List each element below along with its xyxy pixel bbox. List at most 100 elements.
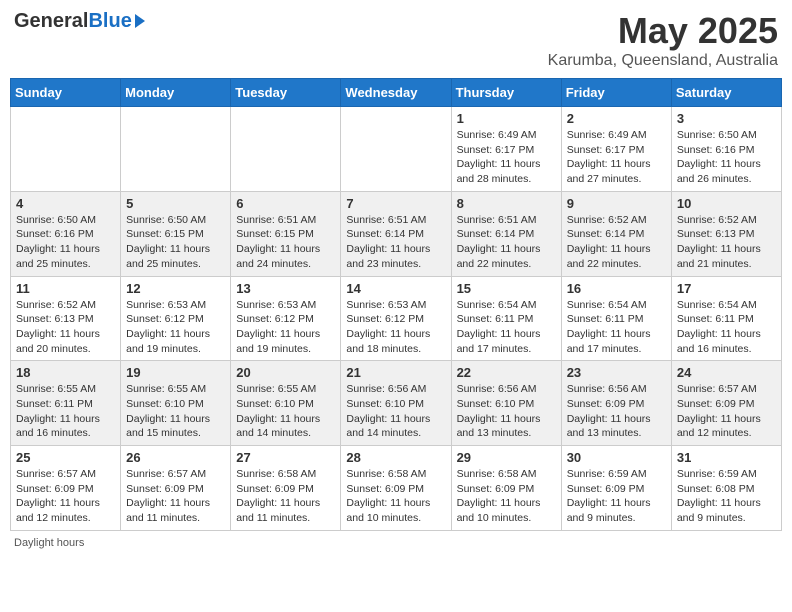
day-info: Sunrise: 6:58 AM Sunset: 6:09 PM Dayligh…: [457, 467, 556, 526]
calendar-day-header: Tuesday: [231, 79, 341, 107]
day-info: Sunrise: 6:57 AM Sunset: 6:09 PM Dayligh…: [126, 467, 225, 526]
calendar-cell: 3 Sunrise: 6:50 AM Sunset: 6:16 PM Daylig…: [671, 107, 781, 192]
calendar-week-row: 25 Sunrise: 6:57 AM Sunset: 6:09 PM Dayli…: [11, 446, 782, 531]
logo-blue-text: Blue: [88, 10, 131, 33]
day-info: Sunrise: 6:56 AM Sunset: 6:10 PM Dayligh…: [457, 382, 556, 441]
day-number: 6: [236, 196, 335, 211]
day-number: 31: [677, 450, 776, 465]
day-info: Sunrise: 6:54 AM Sunset: 6:11 PM Dayligh…: [677, 298, 776, 357]
calendar-day-header: Thursday: [451, 79, 561, 107]
day-info: Sunrise: 6:54 AM Sunset: 6:11 PM Dayligh…: [567, 298, 666, 357]
day-info: Sunrise: 6:56 AM Sunset: 6:09 PM Dayligh…: [567, 382, 666, 441]
day-number: 2: [567, 111, 666, 126]
day-number: 7: [346, 196, 445, 211]
day-number: 3: [677, 111, 776, 126]
calendar-cell: 10 Sunrise: 6:52 AM Sunset: 6:13 PM Dayli…: [671, 191, 781, 276]
day-number: 24: [677, 365, 776, 380]
day-number: 5: [126, 196, 225, 211]
calendar-table: SundayMondayTuesdayWednesdayThursdayFrid…: [10, 78, 782, 531]
calendar-cell: 29Sunrise: 6:58 AM Sunset: 6:09 PM Dayli…: [451, 446, 561, 531]
day-number: 8: [457, 196, 556, 211]
day-info: Sunrise: 6:59 AM Sunset: 6:09 PM Dayligh…: [567, 467, 666, 526]
day-number: 1: [457, 111, 556, 126]
day-number: 30: [567, 450, 666, 465]
day-info: Sunrise: 6:57 AM Sunset: 6:09 PM Dayligh…: [677, 382, 776, 441]
calendar-cell: 15Sunrise: 6:54 AM Sunset: 6:11 PM Dayli…: [451, 276, 561, 361]
day-info: Sunrise: 6:53 AM Sunset: 6:12 PM Dayligh…: [126, 298, 225, 357]
day-info: Sunrise: 6:50 AM Sunset: 6:16 PM Dayligh…: [16, 213, 115, 272]
title-block: May 2025 Karumba, Queensland, Australia: [548, 10, 778, 70]
day-info: Sunrise: 6:53 AM Sunset: 6:12 PM Dayligh…: [236, 298, 335, 357]
calendar-cell: 18 Sunrise: 6:55 AM Sunset: 6:11 PM Dayli…: [11, 361, 121, 446]
day-info: Sunrise: 6:49 AM Sunset: 6:17 PM Dayligh…: [567, 128, 666, 187]
day-number: 9: [567, 196, 666, 211]
logo-arrow-icon: [135, 14, 145, 28]
logo: General Blue: [14, 10, 145, 33]
calendar-cell: [341, 107, 451, 192]
footnote: Daylight hours: [10, 537, 782, 549]
calendar-cell: 12Sunrise: 6:53 AM Sunset: 6:12 PM Dayli…: [121, 276, 231, 361]
day-number: 10: [677, 196, 776, 211]
calendar-cell: 19 Sunrise: 6:55 AM Sunset: 6:10 PM Dayli…: [121, 361, 231, 446]
day-info: Sunrise: 6:52 AM Sunset: 6:13 PM Dayligh…: [16, 298, 115, 357]
day-info: Sunrise: 6:55 AM Sunset: 6:10 PM Dayligh…: [236, 382, 335, 441]
day-info: Sunrise: 6:53 AM Sunset: 6:12 PM Dayligh…: [346, 298, 445, 357]
day-number: 18: [16, 365, 115, 380]
day-number: 20: [236, 365, 335, 380]
calendar-cell: 11 Sunrise: 6:52 AM Sunset: 6:13 PM Dayli…: [11, 276, 121, 361]
calendar-day-header: Sunday: [11, 79, 121, 107]
day-number: 25: [16, 450, 115, 465]
day-number: 13: [236, 281, 335, 296]
day-info: Sunrise: 6:58 AM Sunset: 6:09 PM Dayligh…: [346, 467, 445, 526]
day-number: 26: [126, 450, 225, 465]
calendar-cell: [231, 107, 341, 192]
day-number: 14: [346, 281, 445, 296]
calendar-header-row: SundayMondayTuesdayWednesdayThursdayFrid…: [11, 79, 782, 107]
logo-general-text: General: [14, 10, 88, 33]
calendar-day-header: Monday: [121, 79, 231, 107]
calendar-cell: 20 Sunrise: 6:55 AM Sunset: 6:10 PM Dayli…: [231, 361, 341, 446]
day-info: Sunrise: 6:57 AM Sunset: 6:09 PM Dayligh…: [16, 467, 115, 526]
day-info: Sunrise: 6:51 AM Sunset: 6:14 PM Dayligh…: [346, 213, 445, 272]
calendar-cell: 26 Sunrise: 6:57 AM Sunset: 6:09 PM Dayli…: [121, 446, 231, 531]
day-info: Sunrise: 6:59 AM Sunset: 6:08 PM Dayligh…: [677, 467, 776, 526]
day-number: 28: [346, 450, 445, 465]
calendar-day-header: Friday: [561, 79, 671, 107]
calendar-week-row: 4 Sunrise: 6:50 AM Sunset: 6:16 PM Daylig…: [11, 191, 782, 276]
calendar-cell: 22 Sunrise: 6:56 AM Sunset: 6:10 PM Dayli…: [451, 361, 561, 446]
calendar-cell: 28 Sunrise: 6:58 AM Sunset: 6:09 PM Dayli…: [341, 446, 451, 531]
day-number: 16: [567, 281, 666, 296]
calendar-week-row: 11 Sunrise: 6:52 AM Sunset: 6:13 PM Dayli…: [11, 276, 782, 361]
calendar-week-row: 1 Sunrise: 6:49 AM Sunset: 6:17 PM Daylig…: [11, 107, 782, 192]
day-info: Sunrise: 6:54 AM Sunset: 6:11 PM Dayligh…: [457, 298, 556, 357]
day-info: Sunrise: 6:55 AM Sunset: 6:10 PM Dayligh…: [126, 382, 225, 441]
calendar-cell: 17Sunrise: 6:54 AM Sunset: 6:11 PM Dayli…: [671, 276, 781, 361]
calendar-cell: 5 Sunrise: 6:50 AM Sunset: 6:15 PM Daylig…: [121, 191, 231, 276]
day-number: 4: [16, 196, 115, 211]
calendar-cell: 27Sunrise: 6:58 AM Sunset: 6:09 PM Dayli…: [231, 446, 341, 531]
day-info: Sunrise: 6:55 AM Sunset: 6:11 PM Dayligh…: [16, 382, 115, 441]
day-info: Sunrise: 6:50 AM Sunset: 6:16 PM Dayligh…: [677, 128, 776, 187]
calendar-day-header: Wednesday: [341, 79, 451, 107]
calendar-cell: 21Sunrise: 6:56 AM Sunset: 6:10 PM Dayli…: [341, 361, 451, 446]
calendar-cell: [11, 107, 121, 192]
day-info: Sunrise: 6:51 AM Sunset: 6:14 PM Dayligh…: [457, 213, 556, 272]
day-info: Sunrise: 6:52 AM Sunset: 6:13 PM Dayligh…: [677, 213, 776, 272]
calendar-cell: 25 Sunrise: 6:57 AM Sunset: 6:09 PM Dayli…: [11, 446, 121, 531]
day-number: 11: [16, 281, 115, 296]
calendar-cell: 1Sunrise: 6:49 AM Sunset: 6:17 PM Daylig…: [451, 107, 561, 192]
page-header: General Blue May 2025 Karumba, Queenslan…: [10, 10, 782, 70]
day-info: Sunrise: 6:56 AM Sunset: 6:10 PM Dayligh…: [346, 382, 445, 441]
day-info: Sunrise: 6:50 AM Sunset: 6:15 PM Dayligh…: [126, 213, 225, 272]
calendar-cell: 31 Sunrise: 6:59 AM Sunset: 6:08 PM Dayli…: [671, 446, 781, 531]
calendar-cell: 23Sunrise: 6:56 AM Sunset: 6:09 PM Dayli…: [561, 361, 671, 446]
calendar-cell: 24 Sunrise: 6:57 AM Sunset: 6:09 PM Dayli…: [671, 361, 781, 446]
calendar-day-header: Saturday: [671, 79, 781, 107]
day-info: Sunrise: 6:52 AM Sunset: 6:14 PM Dayligh…: [567, 213, 666, 272]
day-number: 19: [126, 365, 225, 380]
calendar-cell: 9 Sunrise: 6:52 AM Sunset: 6:14 PM Daylig…: [561, 191, 671, 276]
day-number: 22: [457, 365, 556, 380]
calendar-cell: 14 Sunrise: 6:53 AM Sunset: 6:12 PM Dayli…: [341, 276, 451, 361]
calendar-cell: 4 Sunrise: 6:50 AM Sunset: 6:16 PM Daylig…: [11, 191, 121, 276]
calendar-cell: 7 Sunrise: 6:51 AM Sunset: 6:14 PM Daylig…: [341, 191, 451, 276]
